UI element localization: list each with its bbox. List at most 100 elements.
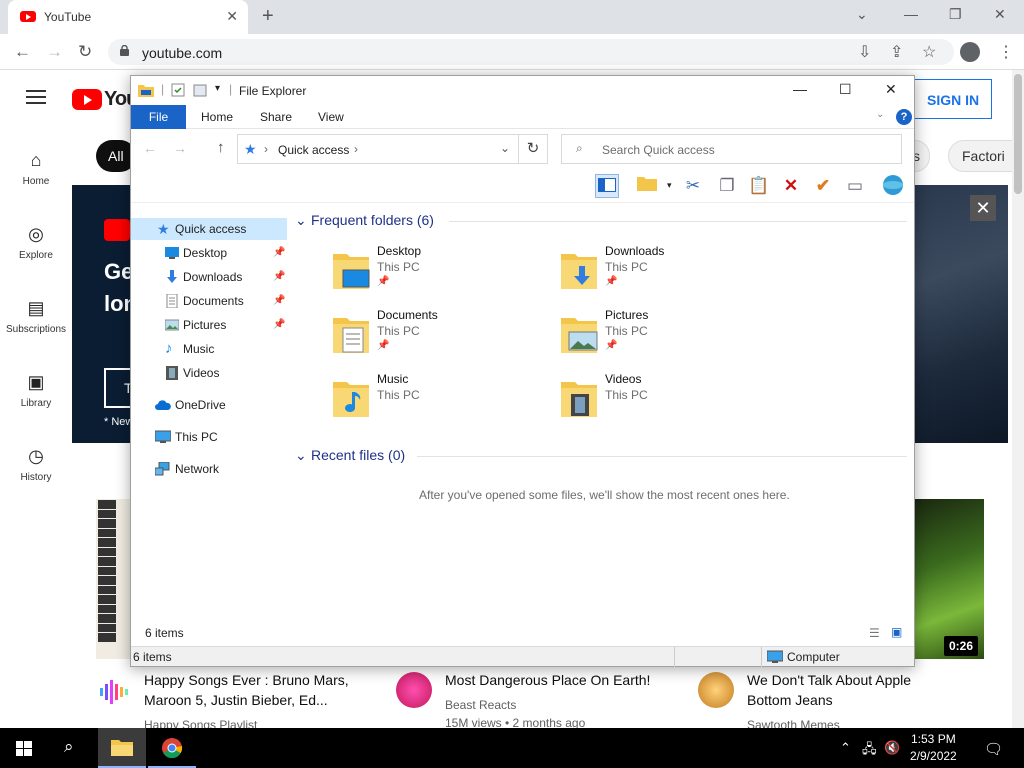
folder-tile-desktop[interactable]: Desktop This PC 📌 <box>331 244 561 300</box>
properties-icon[interactable] <box>171 83 185 97</box>
nav-pictures[interactable]: Pictures 📌 <box>131 314 287 336</box>
tab-home[interactable]: Home <box>201 110 233 124</box>
nav-downloads[interactable]: Downloads 📌 <box>131 266 287 288</box>
channel-avatar[interactable] <box>396 672 432 708</box>
volume-muted-icon[interactable]: 🔇 <box>884 740 900 756</box>
rename-check-icon[interactable]: ✔ <box>811 174 835 198</box>
address-bar[interactable]: ★ › Quick access › ⌄ <box>237 134 519 164</box>
close-window-button[interactable]: ✕ <box>994 6 1006 23</box>
minimize-button[interactable]: — <box>904 6 918 22</box>
properties-icon[interactable]: ▭ <box>843 174 867 198</box>
minimize-button[interactable]: — <box>793 81 807 97</box>
nav-library[interactable]: ▣ Library <box>0 372 72 409</box>
banner-line1: Ge <box>104 259 134 284</box>
nav-music[interactable]: ♪ Music <box>131 338 287 360</box>
cut-icon[interactable]: ✂ <box>681 174 705 198</box>
breadcrumb-separator: › <box>264 142 268 156</box>
new-folder-dropdown-icon[interactable]: ▾ <box>667 180 672 191</box>
video-title[interactable]: Most Dangerous Place On Earth! <box>445 670 675 690</box>
tray-overflow-icon[interactable]: ⌃ <box>840 740 851 756</box>
close-button[interactable]: ✕ <box>885 81 897 98</box>
paste-icon[interactable]: 📋 <box>747 174 771 198</box>
collapse-chevron-icon[interactable]: ⌄ <box>295 447 307 464</box>
refresh-button[interactable]: ↻ <box>518 134 548 164</box>
nav-videos[interactable]: Videos <box>131 362 287 384</box>
address-dropdown-icon[interactable]: ⌄ <box>500 141 510 155</box>
nav-desktop[interactable]: Desktop 📌 <box>131 242 287 264</box>
tab-file[interactable]: File <box>131 105 186 129</box>
taskbar-file-explorer[interactable] <box>98 728 146 768</box>
search-input[interactable]: ⌕ Search Quick access <box>561 134 902 164</box>
close-tab-icon[interactable]: ✕ <box>226 8 238 25</box>
new-tab-button[interactable]: + <box>262 5 274 28</box>
hamburger-menu-icon[interactable] <box>26 90 46 104</box>
nav-label: Pictures <box>183 318 227 332</box>
nav-home[interactable]: ⌂ Home <box>0 150 72 187</box>
delete-icon[interactable]: ✕ <box>779 174 803 198</box>
nav-quick-access[interactable]: ★ Quick access <box>131 218 287 240</box>
tab-view[interactable]: View <box>318 110 344 124</box>
new-folder-icon[interactable] <box>193 83 207 97</box>
nav-onedrive[interactable]: OneDrive <box>131 394 287 416</box>
collapse-chevron-icon[interactable]: ⌄ <box>295 212 307 229</box>
quick-access-star-icon: ★ <box>157 221 170 237</box>
nav-subscriptions[interactable]: ▤ Subscriptions <box>0 298 72 335</box>
folder-tile-downloads[interactable]: Downloads This PC 📌 <box>559 244 789 300</box>
video-title[interactable]: Happy Songs Ever : Bruno Mars, Maroon 5,… <box>144 670 354 710</box>
up-button[interactable]: ↑ <box>217 139 225 156</box>
nav-documents[interactable]: Documents 📌 <box>131 290 287 312</box>
menu-dots-icon[interactable]: ⋮ <box>998 42 1014 62</box>
notifications-icon[interactable]: 🗨 <box>984 740 1003 758</box>
large-icons-view-icon[interactable]: ▣ <box>891 625 902 639</box>
share-icon[interactable]: ⇪ <box>890 42 903 62</box>
install-icon[interactable]: ⇩ <box>858 42 871 62</box>
nav-network[interactable]: Network <box>131 458 287 480</box>
reload-button[interactable]: ↻ <box>78 42 92 62</box>
details-view-icon[interactable]: ☰ <box>869 626 880 640</box>
folder-tile-pictures[interactable]: Pictures This PC 📌 <box>559 308 789 364</box>
forward-button[interactable]: → <box>46 42 63 62</box>
channel-avatar[interactable] <box>96 674 132 710</box>
recent-files-header[interactable]: Recent files (0) <box>311 447 405 463</box>
back-button[interactable]: ← <box>143 140 157 156</box>
profile-avatar-icon[interactable] <box>960 42 980 62</box>
nav-history[interactable]: ◷ History <box>0 446 72 483</box>
search-button[interactable]: ⌕ <box>48 728 96 768</box>
navigation-pane-button[interactable] <box>595 174 619 198</box>
channel-avatar[interactable] <box>698 672 734 708</box>
explorer-title-bar[interactable]: | ▾ | File Explorer — ☐ ✕ <box>131 76 914 104</box>
breadcrumb-quick-access[interactable]: Quick access <box>278 143 349 157</box>
nav-this-pc[interactable]: This PC <box>131 426 287 448</box>
forward-button[interactable]: → <box>173 140 187 156</box>
tab-search-icon[interactable]: ⌄ <box>856 6 868 23</box>
help-icon[interactable]: ? <box>896 109 912 125</box>
frequent-folders-header[interactable]: Frequent folders (6) <box>311 212 434 228</box>
video-title[interactable]: We Don't Talk About Apple Bottom Jeans <box>747 670 927 710</box>
video-thumbnail[interactable] <box>914 499 984 659</box>
banner-close-icon[interactable]: ✕ <box>970 195 996 221</box>
clock[interactable]: 1:53 PM 2/9/2022 <box>910 731 957 765</box>
video-channel[interactable]: Beast Reacts <box>445 698 516 712</box>
tab-youtube[interactable]: YouTube ✕ <box>8 0 248 34</box>
folder-tile-documents[interactable]: Documents This PC 📌 <box>331 308 561 364</box>
bookmark-star-icon[interactable]: ☆ <box>922 42 936 62</box>
restore-button[interactable]: ❐ <box>949 6 962 23</box>
start-button[interactable] <box>0 728 48 768</box>
maximize-button[interactable]: ☐ <box>839 81 852 98</box>
address-bar[interactable]: youtube.com <box>108 39 954 65</box>
expand-ribbon-icon[interactable]: ⌄ <box>876 109 884 120</box>
globe-icon[interactable] <box>881 174 905 198</box>
page-scrollbar[interactable] <box>1012 70 1024 728</box>
tab-share[interactable]: Share <box>260 110 292 124</box>
customize-toolbar-icon[interactable]: ▾ <box>215 83 220 94</box>
youtube-logo-icon[interactable] <box>72 89 102 110</box>
taskbar-chrome[interactable] <box>148 728 196 768</box>
copy-icon[interactable]: ❐ <box>715 174 739 198</box>
folder-tile-videos[interactable]: Videos This PC <box>559 372 789 428</box>
back-button[interactable]: ← <box>14 42 31 62</box>
new-folder-button[interactable] <box>635 174 659 198</box>
folder-tile-music[interactable]: Music This PC <box>331 372 561 428</box>
network-tray-icon[interactable]: 🖧 <box>862 740 877 762</box>
nav-explore[interactable]: ◎ Explore <box>0 224 72 261</box>
video-thumbnail[interactable] <box>96 499 130 659</box>
